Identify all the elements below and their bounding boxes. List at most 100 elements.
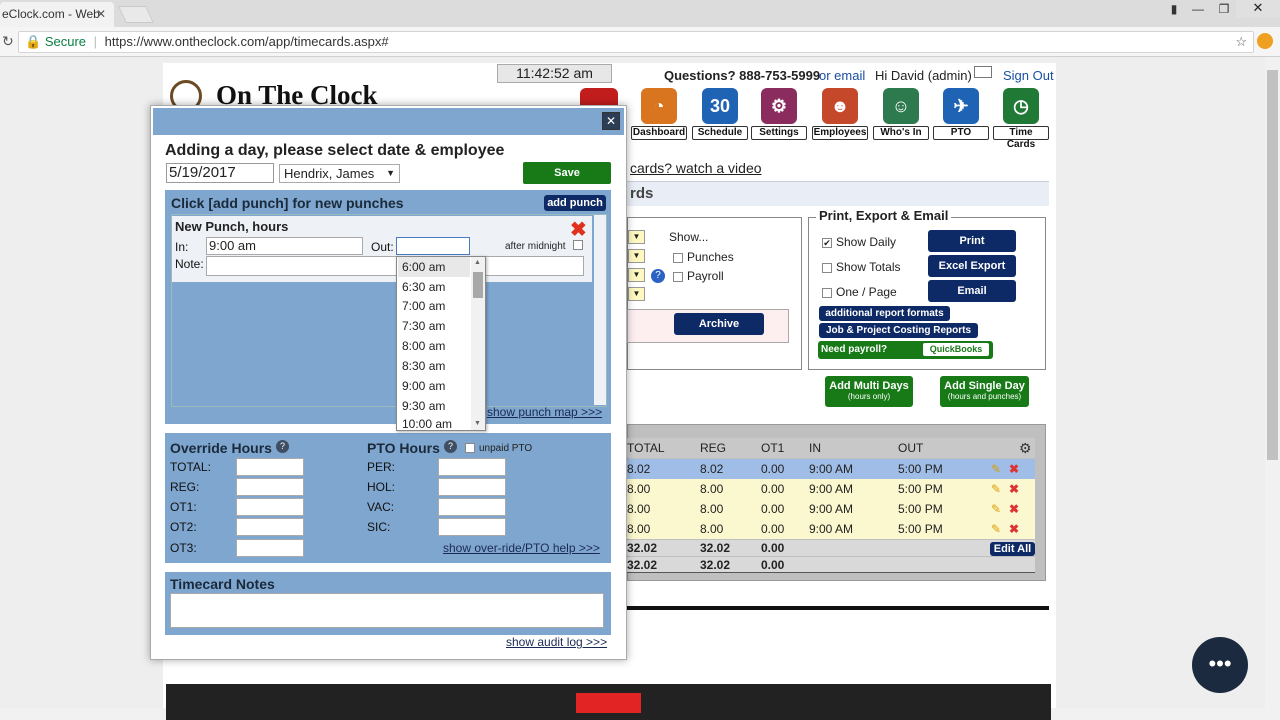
override-reg-input[interactable] [236, 478, 304, 496]
table-row[interactable]: 8.02 8.02 0.00 9:00 AM 5:00 PM ✎ ✖ [627, 459, 1035, 479]
one-page-checkbox[interactable] [822, 287, 832, 298]
dropdown-option[interactable]: 9:30 am [398, 396, 470, 416]
scroll-up-icon[interactable]: ▲ [474, 259, 481, 266]
edit-pencil-icon[interactable]: ✎ [991, 499, 1001, 519]
dropdown-option[interactable]: 6:00 am [398, 257, 470, 277]
out-time-input[interactable] [396, 237, 470, 255]
nav-settings[interactable]: ⚙ Settings [751, 88, 807, 140]
minimize-icon[interactable]: — [1184, 0, 1212, 20]
in-time-input[interactable]: 9:00 am [206, 237, 363, 255]
unpaid-pto[interactable]: unpaid PTO [465, 443, 532, 454]
note-input[interactable] [206, 256, 584, 276]
show-punches[interactable]: Punches [673, 250, 734, 264]
nav-pto[interactable]: ✈ PTO [933, 88, 989, 140]
nav-employees[interactable]: ☻ Employees [812, 88, 868, 140]
select-arrow-4[interactable]: ▼ [628, 287, 645, 301]
archive-button[interactable]: Archive [674, 313, 764, 335]
dropdown-option[interactable]: 8:30 am [398, 356, 470, 376]
reload-icon[interactable]: ↻ [2, 33, 14, 50]
bookmark-star-icon[interactable]: ☆ [1235, 32, 1247, 52]
browser-tab[interactable]: eClock.com - Web ✕ [0, 2, 114, 27]
add-multi-days-button[interactable]: Add Multi Days (hours only) [825, 376, 913, 407]
nav-whos-in[interactable]: ☺ Who's In [873, 88, 929, 140]
dropdown-option[interactable]: 8:00 am [398, 336, 470, 356]
select-arrow-3[interactable]: ▼ [628, 268, 645, 282]
excel-export-button[interactable]: Excel Export [928, 255, 1016, 277]
dropdown-option[interactable]: 9:00 am [398, 376, 470, 396]
dropdown-option[interactable]: 6:30 am [398, 277, 470, 297]
pto-help-icon[interactable]: ? [444, 440, 457, 453]
select-arrow-1[interactable]: ▼ [628, 230, 645, 244]
page-scrollbar-thumb[interactable] [1267, 70, 1278, 460]
show-payroll[interactable]: Payroll [673, 269, 724, 283]
punch-scrollbar[interactable] [594, 215, 606, 405]
help-circle-icon[interactable]: ? [651, 269, 665, 283]
pto-hol-input[interactable] [438, 478, 506, 496]
gear-icon[interactable]: ⚙ [1019, 440, 1032, 457]
pto-vac-input[interactable] [438, 498, 506, 516]
pto-per-input[interactable] [438, 458, 506, 476]
email-link[interactable]: or email [819, 68, 865, 83]
email-button[interactable]: Email [928, 280, 1016, 302]
extension-icon[interactable] [1257, 33, 1273, 49]
modal-close-icon[interactable]: ✕ [602, 112, 620, 130]
window-close-icon[interactable]: ✕ [1236, 0, 1280, 18]
watch-video-link[interactable]: cards? watch a video [630, 160, 762, 176]
unpaid-pto-checkbox[interactable] [465, 443, 475, 454]
timecard-notes-input[interactable] [170, 593, 604, 628]
address-bar[interactable]: 🔒 Secure | https://www.ontheclock.com/ap… [18, 31, 1254, 53]
table-row[interactable]: 8.00 8.00 0.00 9:00 AM 5:00 PM ✎ ✖ [627, 499, 1035, 519]
table-row[interactable]: 8.00 8.00 0.00 9:00 AM 5:00 PM ✎ ✖ [627, 479, 1035, 499]
edit-all-button[interactable]: Edit All [990, 542, 1035, 556]
override-help-icon[interactable]: ? [276, 440, 289, 453]
save-button[interactable]: Save [523, 162, 611, 184]
mail-icon[interactable] [974, 66, 992, 78]
override-ot2-input[interactable] [236, 518, 304, 536]
delete-icon[interactable]: ✖ [1009, 479, 1019, 499]
need-payroll-button[interactable]: Need payroll? QuickBooks [818, 341, 993, 359]
sign-out-link[interactable]: Sign Out [1003, 68, 1054, 83]
punches-checkbox[interactable] [673, 252, 683, 263]
show-audit-log-link[interactable]: show audit log >>> [506, 635, 607, 649]
edit-pencil-icon[interactable]: ✎ [991, 459, 1001, 479]
employee-select[interactable]: Hendrix, James ▼ [279, 164, 400, 183]
one-page[interactable]: One / Page [822, 285, 897, 299]
delete-icon[interactable]: ✖ [1009, 519, 1019, 539]
add-single-day-button[interactable]: Add Single Day (hours and punches) [940, 376, 1029, 407]
show-daily[interactable]: ✔ Show Daily [822, 235, 896, 249]
nav-schedule[interactable]: 30 Schedule [692, 88, 748, 140]
print-button[interactable]: Print [928, 230, 1016, 252]
override-ot3-input[interactable] [236, 539, 304, 557]
date-input[interactable]: 5/19/2017 [166, 163, 274, 183]
add-punch-button[interactable]: add punch [544, 195, 606, 211]
additional-report-formats-button[interactable]: additional report formats [819, 306, 950, 321]
delete-icon[interactable]: ✖ [1009, 499, 1019, 519]
scroll-down-icon[interactable]: ▼ [474, 420, 481, 427]
nav-dashboard[interactable]: ◔ Dashboard [631, 88, 687, 140]
select-arrow-2[interactable]: ▼ [628, 249, 645, 263]
override-total-input[interactable] [236, 458, 304, 476]
dropdown-option[interactable]: 10:00 am [398, 415, 470, 431]
payroll-checkbox[interactable] [673, 271, 683, 282]
table-row[interactable]: 8.00 8.00 0.00 9:00 AM 5:00 PM ✎ ✖ [627, 519, 1035, 539]
override-help-link[interactable]: show over-ride/PTO help >>> [443, 541, 600, 555]
nav-time-cards[interactable]: ◷ Time Cards [993, 88, 1049, 150]
show-totals-checkbox[interactable] [822, 262, 832, 273]
dropdown-option[interactable]: 7:00 am [398, 296, 470, 316]
show-totals[interactable]: Show Totals [822, 260, 900, 274]
override-ot1-input[interactable] [236, 498, 304, 516]
dropdown-scrollbar-thumb[interactable] [473, 272, 483, 298]
restore-icon[interactable]: ❐ [1210, 0, 1238, 20]
pto-sic-input[interactable] [438, 518, 506, 536]
dropdown-option[interactable]: 7:30 am [398, 316, 470, 336]
show-punch-map-link[interactable]: show punch map >>> [487, 405, 602, 419]
tab-close-icon[interactable]: ✕ [96, 2, 106, 26]
delete-icon[interactable]: ✖ [1009, 459, 1019, 479]
remove-punch-icon[interactable]: ✖ [570, 217, 587, 242]
edit-pencil-icon[interactable]: ✎ [991, 479, 1001, 499]
job-costing-button[interactable]: Job & Project Costing Reports [819, 323, 978, 338]
show-daily-checkbox[interactable]: ✔ [822, 237, 832, 248]
edit-pencil-icon[interactable]: ✎ [991, 519, 1001, 539]
after-midnight-checkbox[interactable] [573, 240, 583, 250]
chat-icon[interactable]: ••• [1192, 637, 1248, 693]
